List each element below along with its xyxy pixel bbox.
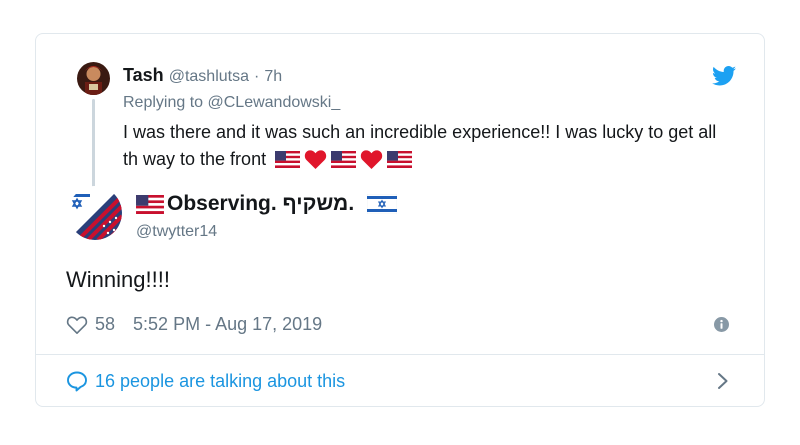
conversation-link[interactable]: 16 people are talking about this: [66, 355, 734, 407]
chevron-right-icon[interactable]: [717, 372, 729, 390]
speech-bubble-icon: [67, 371, 87, 392]
us-flag-icon: [136, 194, 164, 214]
tweet-meta: 58 5:52 PM - Aug 17, 2019: [66, 314, 322, 335]
thread-connector: [92, 99, 95, 188]
parent-tweet-body: I was there and it was such an incredibl…: [123, 122, 717, 169]
author-avatar[interactable]: [68, 186, 122, 240]
parent-time[interactable]: 7h: [264, 68, 282, 85]
parent-author-handle[interactable]: @tashlutsa: [169, 68, 249, 85]
like-count[interactable]: 58: [95, 314, 115, 335]
parent-author-name[interactable]: Tash: [123, 65, 164, 85]
us-flag-icon: [331, 151, 357, 168]
emoji-row: [275, 149, 413, 170]
conversation-link-text: 16 people are talking about this: [95, 370, 346, 391]
parent-avatar[interactable]: [77, 62, 110, 95]
tweet-timestamp[interactable]: 5:52 PM - Aug 17, 2019: [133, 314, 322, 335]
author-name-text: Observing. משקיף.: [167, 192, 355, 215]
us-flag-icon: [387, 151, 413, 168]
author-handle[interactable]: @twytter14: [136, 223, 217, 241]
parent-header: Tash @tashlutsa · 7h: [123, 65, 282, 86]
info-icon[interactable]: [714, 317, 729, 332]
israel-flag-icon: [367, 194, 398, 214]
replying-to-label: Replying to: [123, 94, 204, 111]
replying-to: Replying to @CLewandowski_: [123, 94, 340, 112]
heart-outline-icon[interactable]: [66, 315, 88, 335]
replying-to-handle[interactable]: @CLewandowski_: [208, 94, 341, 111]
us-flag-icon: [275, 151, 301, 168]
twitter-bird-icon[interactable]: [712, 66, 736, 86]
author-name[interactable]: Observing. משקיף.: [136, 192, 398, 216]
tweet-text: Winning!!!!: [66, 267, 170, 292]
tweet-embed-card: Tash @tashlutsa · 7h Replying to @CLewan…: [35, 33, 765, 407]
red-heart-icon: [360, 150, 383, 170]
red-heart-icon: [304, 150, 327, 170]
parent-tweet-text: I was there and it was such an incredibl…: [123, 119, 733, 173]
parent-time-separator: ·: [254, 68, 260, 85]
